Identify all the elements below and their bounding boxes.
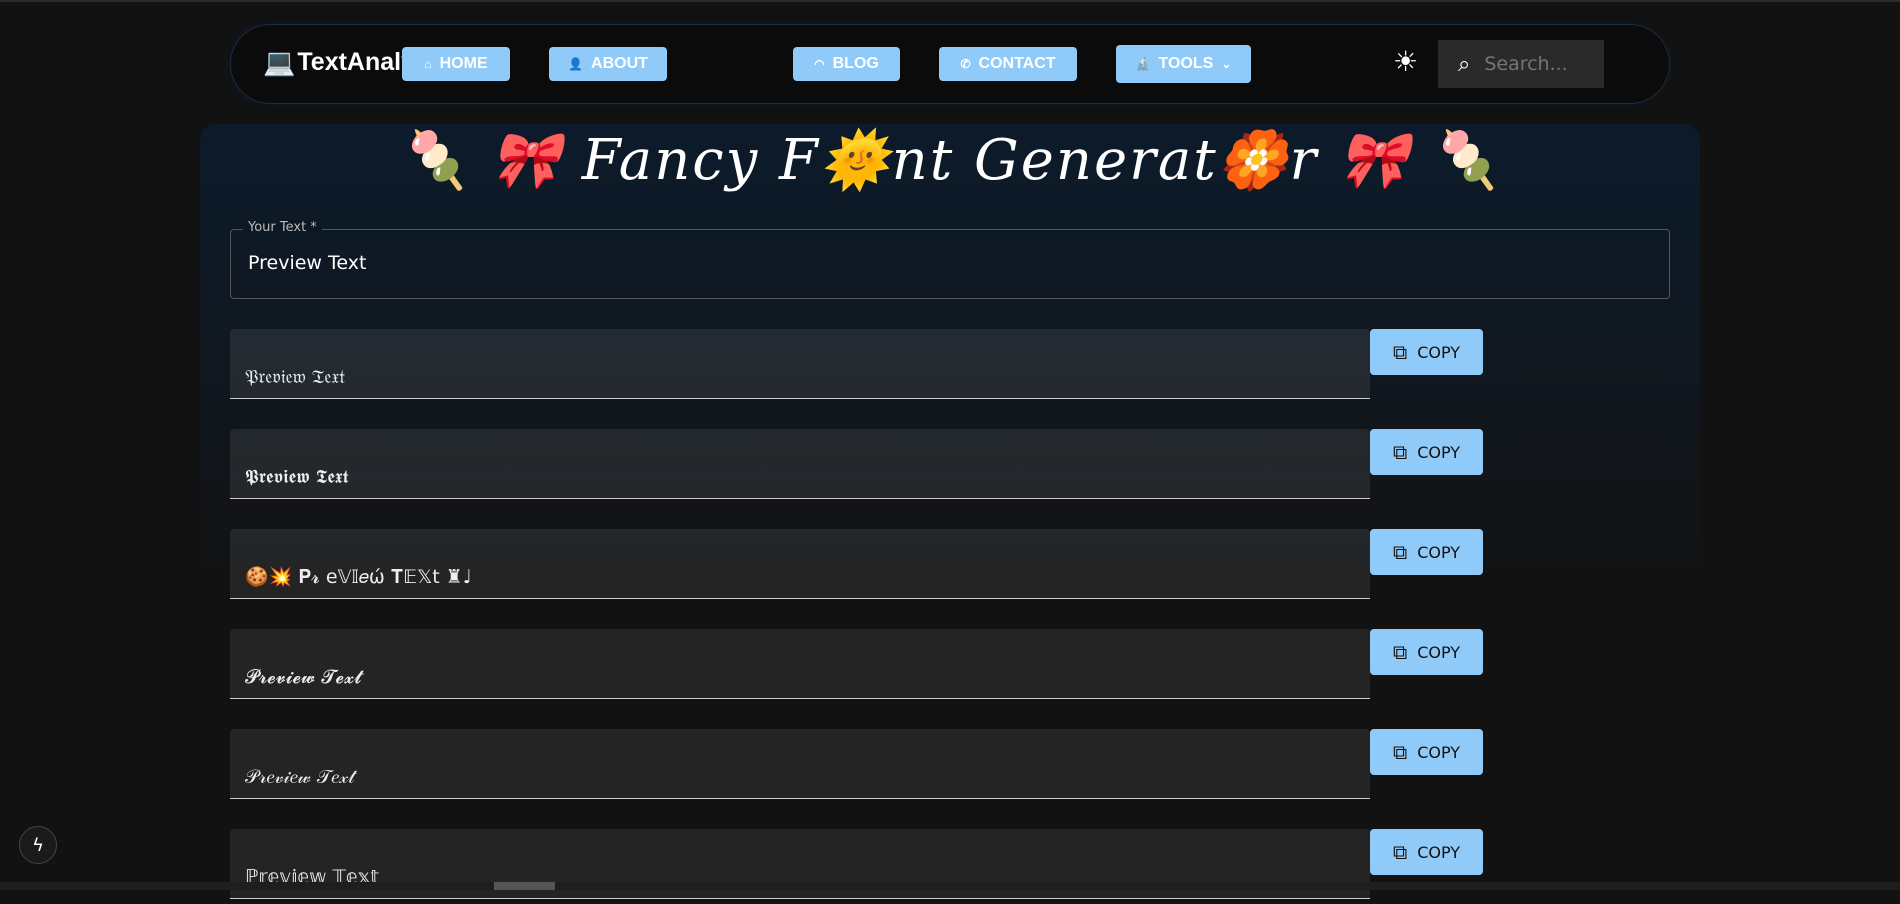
copy-icon: ⧉ — [1392, 440, 1408, 464]
theme-toggle-sun-icon[interactable]: ☀ — [1393, 45, 1418, 78]
scrollbar-thumb[interactable] — [494, 882, 555, 890]
copy-button[interactable]: ⧉ COPY — [1370, 329, 1483, 375]
nav-label: BLOG — [832, 55, 879, 72]
result-row[interactable]: 🍪💥 𝐏𝓻 e𝕍𝕀𝑒ώ 𝐓𝔼𝕏t ♜♩ — [230, 529, 1370, 599]
lightning-icon[interactable]: ϟ — [19, 826, 57, 864]
person-icon: 👤 — [568, 57, 584, 71]
navbar: 💻 TextAnalyser ⌂ HOME 👤 ABOUT ◠ BLOG ✆ CONTAC… — [230, 24, 1670, 104]
nav-label: CONTACT — [978, 55, 1056, 72]
result-row[interactable]: 𝓟𝓻𝓮𝓿𝓲𝓮𝔀 𝓣𝓮𝔁𝓽 — [230, 629, 1370, 699]
copy-icon: ⧉ — [1392, 340, 1408, 364]
copy-icon: ⧉ — [1392, 740, 1408, 764]
nav-label: HOME — [439, 55, 488, 72]
copy-icon: ⧉ — [1392, 840, 1408, 864]
horizontal-scrollbar[interactable] — [0, 882, 1900, 890]
copy-label: COPY — [1417, 742, 1461, 762]
result-row[interactable]: 𝕻𝖗𝖊𝖛𝖎𝖊𝖜 𝕿𝖊𝖝𝖙 — [230, 429, 1370, 499]
nav-home-button[interactable]: ⌂ HOME — [402, 47, 510, 81]
page-title: 🍡 🎀 Fancy F🌞nt Generat🏵️r 🎀 🍡 — [0, 127, 1900, 193]
rss-icon: ◠ — [814, 57, 825, 71]
fancy-text: 🍪💥 𝐏𝓻 e𝕍𝕀𝑒ώ 𝐓𝔼𝕏t ♜♩ — [245, 566, 472, 588]
field-label: Your Text * — [243, 220, 322, 235]
search-icon: ⌕ — [1458, 51, 1471, 77]
your-text-field[interactable]: Your Text * — [230, 220, 1670, 299]
title-emoji-left: 🍡 🎀 — [398, 128, 582, 193]
phone-icon: ✆ — [960, 57, 971, 71]
microscope-icon: 🔬 — [1135, 57, 1151, 71]
result-row[interactable]: 𝒫𝓇𝑒𝓋𝒾𝑒𝓌 𝒯𝑒𝓍𝓉 — [230, 729, 1370, 799]
your-text-input[interactable] — [248, 252, 1648, 274]
computer-icon: 💻 — [263, 47, 296, 77]
title-text: Fancy F🌞nt Generat🏵️r — [581, 128, 1319, 193]
copy-label: COPY — [1417, 442, 1461, 462]
home-icon: ⌂ — [424, 57, 432, 71]
copy-button[interactable]: ⧉ COPY — [1370, 729, 1483, 775]
nav-blog-button[interactable]: ◠ BLOG — [793, 47, 900, 81]
fancy-text: 𝓟𝓻𝓮𝓿𝓲𝓮𝔀 𝓣𝓮𝔁𝓽 — [245, 666, 362, 688]
nav-contact-button[interactable]: ✆ CONTACT — [939, 47, 1077, 81]
copy-label: COPY — [1417, 842, 1461, 862]
copy-icon: ⧉ — [1392, 640, 1408, 664]
fancy-text: 𝒫𝓇𝑒𝓋𝒾𝑒𝓌 𝒯𝑒𝓍𝓉 — [245, 766, 355, 788]
nav-label: ABOUT — [591, 55, 648, 72]
fancy-text: 𝔓𝔯𝔢𝔳𝔦𝔢𝔴 𝔗𝔢𝔵𝔱 — [245, 366, 346, 388]
nav-tools-dropdown[interactable]: 🔬 TOOLS ⌄ — [1116, 45, 1251, 83]
nav-label: TOOLS — [1158, 55, 1214, 72]
copy-button[interactable]: ⧉ COPY — [1370, 429, 1483, 475]
copy-icon: ⧉ — [1392, 540, 1408, 564]
search-box[interactable]: ⌕ — [1438, 40, 1604, 88]
copy-button[interactable]: ⧉ COPY — [1370, 829, 1483, 875]
copy-button[interactable]: ⧉ COPY — [1370, 629, 1483, 675]
result-row[interactable]: 𝔓𝔯𝔢𝔳𝔦𝔢𝔴 𝔗𝔢𝔵𝔱 — [230, 329, 1370, 399]
nav-about-button[interactable]: 👤 ABOUT — [549, 47, 667, 81]
copy-button[interactable]: ⧉ COPY — [1370, 529, 1483, 575]
title-emoji-right: 🎀 🍡 — [1318, 128, 1502, 193]
copy-label: COPY — [1417, 342, 1461, 362]
search-input[interactable] — [1484, 53, 1595, 75]
chevron-down-icon: ⌄ — [1221, 57, 1232, 71]
fancy-text: 𝕻𝖗𝖊𝖛𝖎𝖊𝖜 𝕿𝖊𝖝𝖙 — [245, 466, 349, 488]
copy-label: COPY — [1417, 542, 1461, 562]
copy-label: COPY — [1417, 642, 1461, 662]
